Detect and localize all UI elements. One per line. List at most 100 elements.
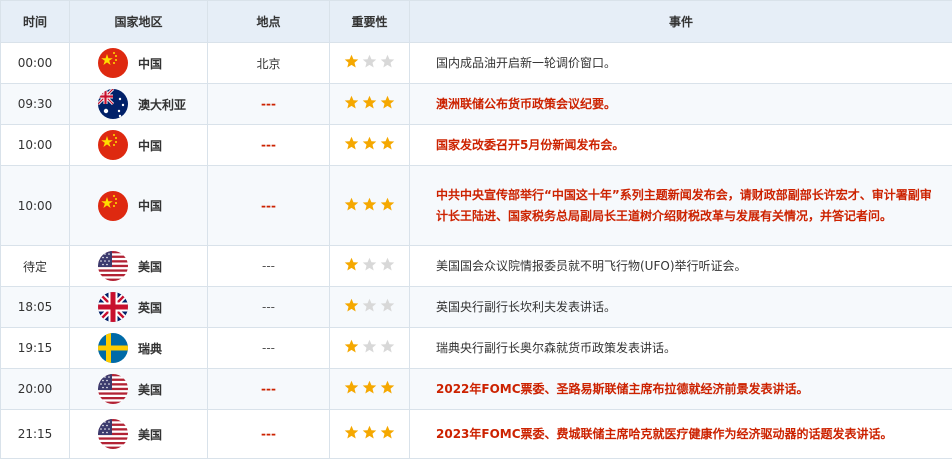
event-description: 2023年FOMC票委、费城联储主席哈克就医疗健康作为经济驱动器的话题发表讲话。 <box>409 409 952 459</box>
uk-flag-icon <box>98 292 128 322</box>
event-time: 19:15 <box>0 327 70 369</box>
country-name: 中国 <box>138 199 163 213</box>
table-row: 19:15 瑞典 --- 瑞典央行副行长奥尔森就货币政策发表讲话。 <box>0 327 952 369</box>
sweden-flag-icon <box>98 333 128 363</box>
usa-flag-icon <box>98 251 128 281</box>
star-filled-icon <box>380 425 395 440</box>
star-filled-icon <box>344 339 359 354</box>
header-country: 国家地区 <box>69 0 208 43</box>
country-name: 澳大利亚 <box>138 97 187 112</box>
australia-flag-icon <box>98 89 128 119</box>
event-place: --- <box>207 286 330 328</box>
table-row: 09:30 澳大利亚 --- 澳洲联储公布货币政策会议纪要。 <box>0 83 952 125</box>
star-filled-icon <box>380 197 395 212</box>
event-time: 10:00 <box>0 124 70 166</box>
event-description: 美国国会众议院情报委员就不明飞行物(UFO)举行听证会。 <box>409 245 952 287</box>
importance-cell <box>329 124 410 166</box>
importance-rating <box>344 298 395 313</box>
star-filled-icon <box>362 197 377 212</box>
star-filled-icon <box>344 136 359 151</box>
country-name: 美国 <box>138 259 163 274</box>
star-filled-icon <box>344 298 359 313</box>
country-cell: 中国 <box>69 165 208 246</box>
importance-cell <box>329 42 410 84</box>
star-filled-icon <box>344 380 359 395</box>
country-name: 英国 <box>138 300 163 315</box>
star-filled-icon <box>362 425 377 440</box>
star-empty-icon <box>380 339 395 354</box>
country-cell: 美国 <box>69 245 208 287</box>
importance-rating <box>344 380 395 395</box>
usa-flag-icon <box>98 374 128 404</box>
importance-rating <box>344 257 395 272</box>
event-place: --- <box>207 409 330 459</box>
table-row: 18:05 英国 --- 英国央行副行长坎利夫发表讲话。 <box>0 286 952 328</box>
header-event: 事件 <box>409 0 952 43</box>
country-name: 中国 <box>138 138 163 153</box>
event-description: 中共中央宣传部举行“中国这十年”系列主题新闻发布会，请财政部副部长许宏才、审计署… <box>409 165 952 246</box>
country-cell: 中国 <box>69 124 208 166</box>
importance-cell <box>329 83 410 125</box>
header-place: 地点 <box>207 0 330 43</box>
table-row: 待定 美国 --- 美国国会众议院情报委员就不明飞行物(UFO)举行听证会。 <box>0 245 952 287</box>
event-time: 18:05 <box>0 286 70 328</box>
importance-cell <box>329 245 410 287</box>
country-name: 美国 <box>138 427 163 442</box>
star-filled-icon <box>344 425 359 440</box>
importance-rating <box>344 54 395 69</box>
country-cell: 澳大利亚 <box>69 83 208 125</box>
importance-cell <box>329 286 410 328</box>
event-place: --- <box>207 124 330 166</box>
table-row: 10:00 中国 --- 国家发改委召开5月份新闻发布会。 <box>0 124 952 166</box>
star-empty-icon <box>362 339 377 354</box>
country-cell: 瑞典 <box>69 327 208 369</box>
star-empty-icon <box>362 54 377 69</box>
header-importance: 重要性 <box>329 0 410 43</box>
country-cell: 中国 <box>69 42 208 84</box>
importance-cell <box>329 327 410 369</box>
event-time: 20:00 <box>0 368 70 410</box>
country-name: 瑞典 <box>138 341 163 356</box>
importance-rating <box>344 95 395 110</box>
header-time: 时间 <box>0 0 70 43</box>
star-filled-icon <box>362 380 377 395</box>
country-cell: 美国 <box>69 409 208 459</box>
event-description: 国内成品油开启新一轮调价窗口。 <box>409 42 952 84</box>
star-empty-icon <box>380 298 395 313</box>
star-filled-icon <box>344 197 359 212</box>
star-empty-icon <box>380 257 395 272</box>
star-filled-icon <box>362 95 377 110</box>
importance-cell <box>329 165 410 246</box>
economic-calendar-table: 时间 国家地区 地点 重要性 事件 00:00 中国 北京 国内成品油开启新一轮调价窗… <box>0 0 952 459</box>
importance-rating <box>344 425 395 440</box>
event-place: --- <box>207 327 330 369</box>
star-empty-icon <box>362 257 377 272</box>
star-filled-icon <box>362 136 377 151</box>
event-description: 国家发改委召开5月份新闻发布会。 <box>409 124 952 166</box>
star-filled-icon <box>380 380 395 395</box>
star-empty-icon <box>380 54 395 69</box>
table-row: 21:15 美国 --- 2023年FOMC票委、费城联储主席哈克就医疗健康作为经济驱… <box>0 409 952 459</box>
event-place: --- <box>207 83 330 125</box>
event-place: 北京 <box>207 42 330 84</box>
event-place: --- <box>207 368 330 410</box>
table-header-row: 时间 国家地区 地点 重要性 事件 <box>0 0 952 43</box>
country-name: 美国 <box>138 382 163 397</box>
star-filled-icon <box>344 257 359 272</box>
importance-cell <box>329 368 410 410</box>
importance-rating <box>344 136 395 151</box>
table-row: 20:00 美国 --- 2022年FOMC票委、圣路易斯联储主席布拉德就经济前景发表… <box>0 368 952 410</box>
event-description: 英国央行副行长坎利夫发表讲话。 <box>409 286 952 328</box>
event-time: 10:00 <box>0 165 70 246</box>
china-flag-icon <box>98 130 128 160</box>
event-time: 00:00 <box>0 42 70 84</box>
star-filled-icon <box>344 95 359 110</box>
event-place: --- <box>207 245 330 287</box>
country-cell: 英国 <box>69 286 208 328</box>
table-row: 10:00 中国 --- 中共中央宣传部举行“中国这十年”系列主题新闻发布会，请财政部… <box>0 165 952 246</box>
usa-flag-icon <box>98 419 128 449</box>
country-name: 中国 <box>138 56 163 71</box>
country-cell: 美国 <box>69 368 208 410</box>
china-flag-icon <box>98 48 128 78</box>
star-filled-icon <box>380 136 395 151</box>
